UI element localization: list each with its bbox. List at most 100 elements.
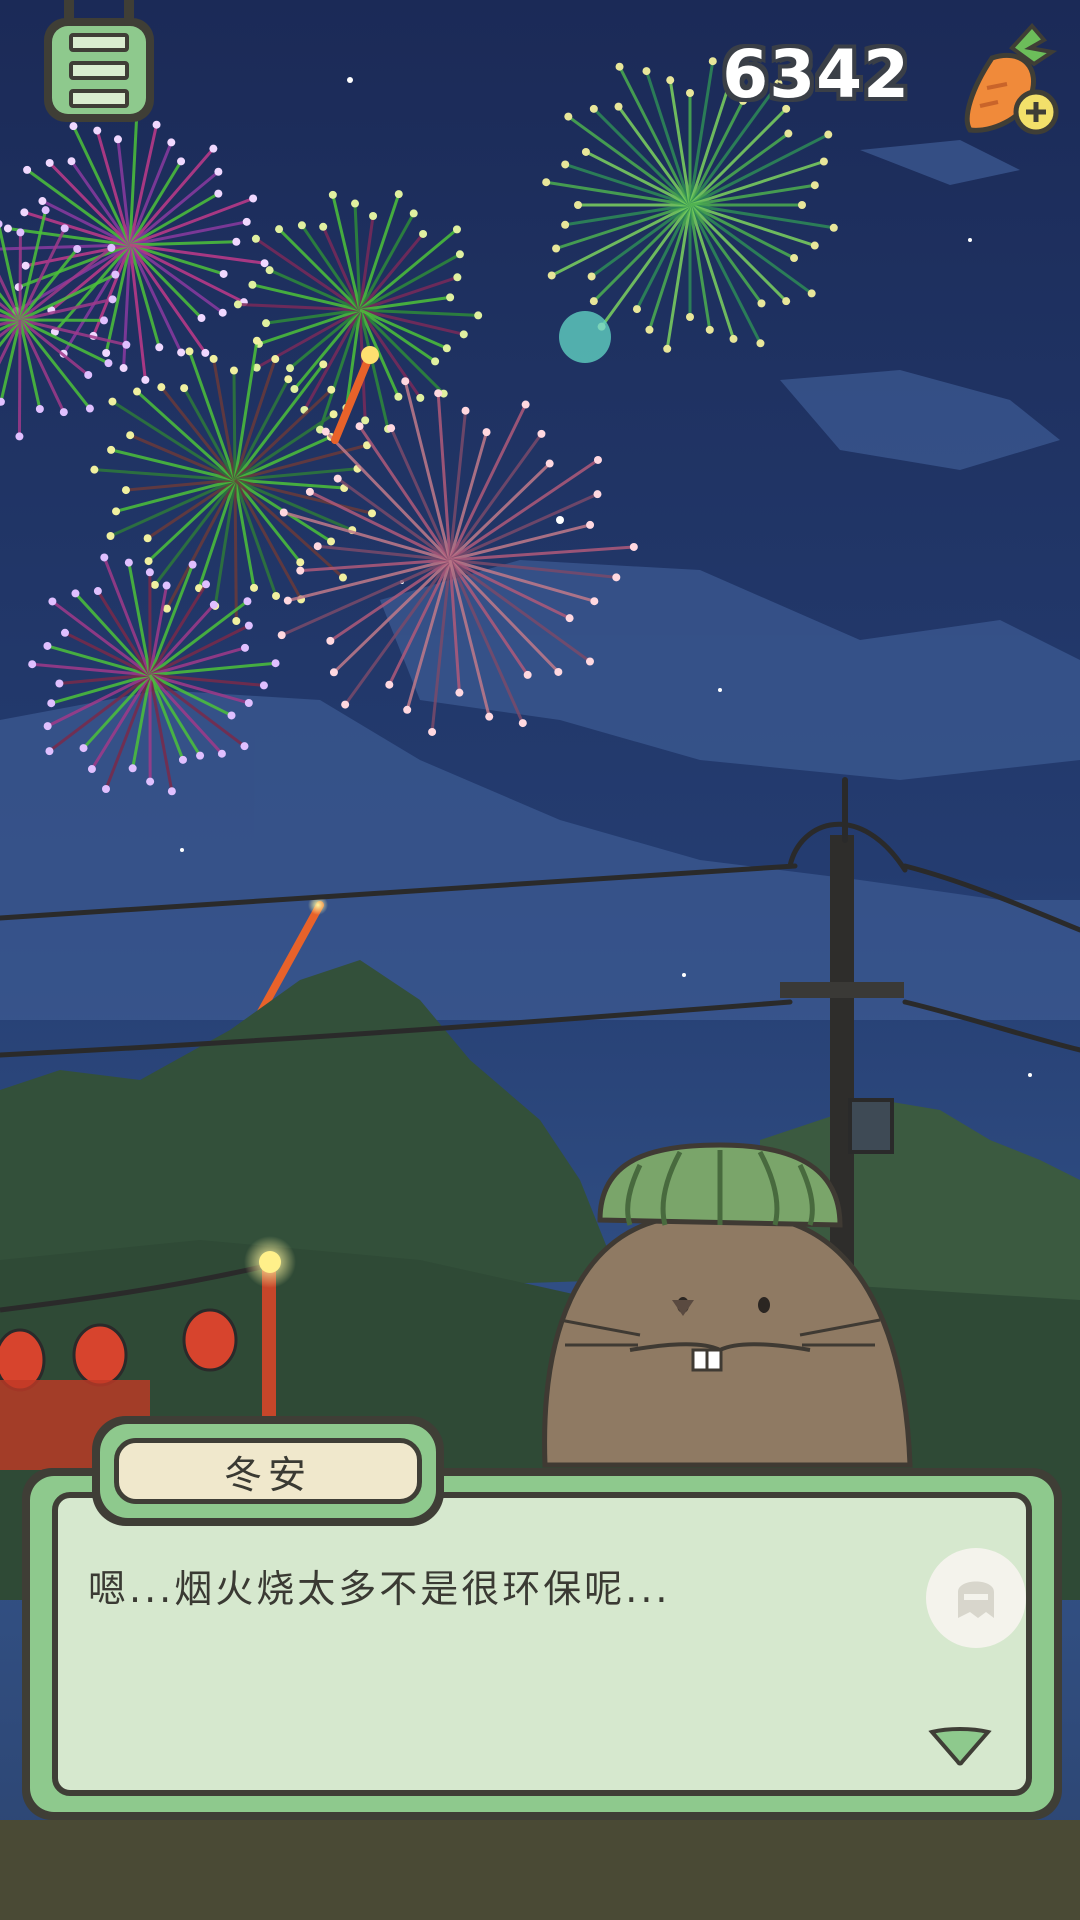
firework-spark	[102, 348, 111, 357]
firework-spark	[361, 416, 370, 425]
firework-spark	[180, 384, 189, 393]
firework-spark	[587, 272, 596, 281]
firework-spark	[16, 228, 25, 237]
firework-spark	[47, 699, 56, 708]
firework-spark	[272, 591, 281, 600]
firework-spark	[15, 432, 24, 441]
firework-spark	[485, 712, 494, 721]
firework-spark	[209, 144, 218, 153]
firework-spark	[784, 129, 793, 138]
firework-spark	[242, 217, 251, 226]
firework-spark	[333, 474, 342, 483]
firework-spark	[107, 445, 116, 454]
firework-spark	[177, 157, 186, 166]
hanger-right	[124, 0, 134, 26]
next-indicator[interactable]	[928, 1726, 992, 1766]
firework-spark	[705, 325, 714, 334]
firework-spark	[71, 589, 80, 598]
firework-spark	[757, 299, 766, 308]
dialog-panel	[52, 1492, 1032, 1796]
firework-spark	[286, 364, 295, 373]
firework-spark	[84, 370, 93, 379]
firework-spark	[43, 722, 52, 731]
firework-spark	[196, 751, 205, 760]
firework-spark	[45, 747, 54, 756]
firework-spark	[593, 455, 602, 464]
firework-spark	[108, 295, 117, 304]
firework-spark	[319, 360, 328, 369]
firework-spark	[537, 429, 546, 438]
firework-spark	[69, 122, 78, 131]
firework-spark	[446, 293, 455, 302]
firework-spark	[229, 366, 238, 375]
menu-bar	[69, 60, 129, 80]
firework-spark	[829, 223, 838, 232]
firework-spark	[99, 316, 108, 325]
firework-spark	[93, 587, 102, 596]
menu-button[interactable]	[44, 0, 154, 122]
skip-button[interactable]	[926, 1548, 1026, 1648]
firework-spark	[218, 308, 227, 317]
firework-spark	[108, 397, 117, 406]
firework-spark	[401, 377, 410, 386]
firework-spark	[146, 777, 155, 786]
firework-spark	[277, 631, 286, 640]
firework-spark	[341, 700, 350, 709]
firework-spark	[126, 431, 135, 440]
firework-spark	[686, 89, 694, 97]
firework-spark	[782, 297, 791, 306]
firework-spark	[385, 680, 394, 689]
firework-spark	[275, 225, 284, 234]
firework-spark	[259, 681, 268, 690]
firework-spark	[209, 600, 218, 609]
firework-spark	[565, 614, 574, 623]
firework-spark	[482, 428, 491, 437]
firework-spark	[666, 76, 675, 85]
firework-spark	[523, 670, 532, 679]
firework-spark	[244, 621, 253, 630]
firework-spark	[202, 580, 211, 589]
firework-spark	[209, 354, 218, 363]
firework-spark	[329, 410, 338, 419]
firework-spark	[419, 229, 428, 238]
firework-spark	[321, 427, 330, 436]
firework-spark	[642, 67, 651, 76]
firework-spark	[387, 424, 396, 433]
triangle-down-icon	[928, 1727, 992, 1766]
firework-spark	[90, 465, 99, 474]
firework-spark	[409, 209, 418, 218]
firework-spark	[185, 347, 194, 356]
firework-spark	[59, 408, 68, 417]
firework-spark	[240, 643, 249, 652]
ground	[0, 1820, 1080, 1920]
firework-spark	[60, 224, 69, 233]
firework-spark	[35, 405, 44, 414]
firework-spark	[461, 406, 470, 415]
firework-spark	[214, 167, 223, 176]
firework-spark	[434, 389, 443, 398]
menu-bar	[69, 32, 129, 52]
firework-spark	[297, 221, 306, 230]
firework-spark	[790, 254, 799, 263]
firework-spark	[663, 344, 672, 353]
firework-spark	[178, 755, 187, 764]
firework-spark	[824, 130, 833, 139]
firework-spark	[589, 104, 598, 113]
firework-spark	[28, 660, 37, 669]
firework-spark	[144, 557, 153, 566]
carrot-add-button[interactable]	[952, 18, 1062, 142]
firework-spark	[188, 560, 197, 569]
firework-spark	[453, 273, 462, 282]
name-tag-panel: 冬安	[114, 1438, 422, 1504]
firework-spark	[232, 616, 241, 625]
firework-spark	[251, 234, 260, 243]
firework-spark	[60, 628, 69, 637]
firework-spark	[518, 719, 527, 728]
firework-spark	[369, 212, 378, 221]
menu-icon	[52, 26, 146, 114]
firework-spark	[48, 597, 57, 606]
firework-spark	[338, 573, 347, 582]
firework-spark	[124, 558, 133, 567]
firework-spark	[615, 62, 624, 71]
firework-spark	[167, 138, 176, 147]
